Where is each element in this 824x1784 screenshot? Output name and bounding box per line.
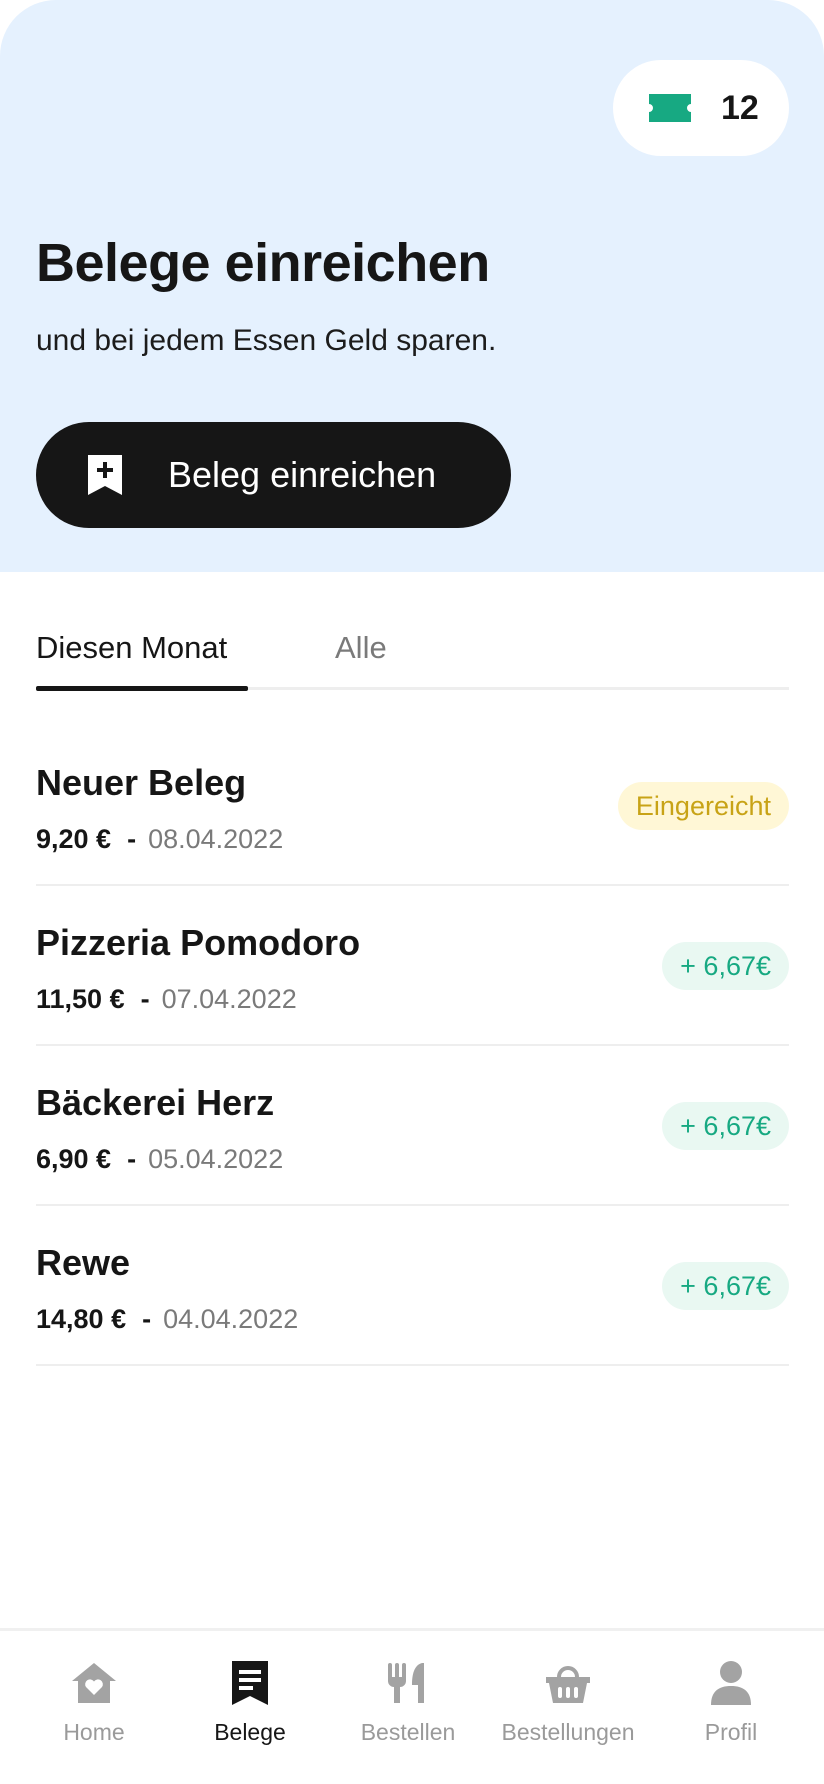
nav-label-receipts: Belege (214, 1719, 286, 1745)
receipt-amount: 11,50 € (36, 984, 125, 1014)
nav-item-orders[interactable]: Bestellungen (496, 1631, 640, 1784)
receipt-amount: 9,20 € (36, 824, 112, 854)
receipt-date: 04.04.2022 (163, 1304, 299, 1334)
status-badge: + 6,67€ (662, 942, 789, 990)
list-item[interactable]: Rewe 14,80 € -04.04.2022 + 6,67€ (36, 1206, 789, 1366)
receipt-name: Rewe (36, 1242, 131, 1283)
list-item[interactable]: Pizzeria Pomodoro 11,50 € -07.04.2022 + 6… (36, 886, 789, 1046)
page-title: Belege einreichen (36, 233, 490, 293)
receipt-meta: 14,80 € -04.04.2022 (36, 1304, 298, 1335)
status-badge: + 6,67€ (662, 1262, 789, 1310)
receipt-date: 07.04.2022 (161, 984, 297, 1014)
list-item[interactable]: Bäckerei Herz 6,90 € -05.04.2022 + 6,67€ (36, 1046, 789, 1206)
tab-this-month[interactable]: Diesen Monat (36, 630, 227, 666)
receipt-icon (232, 1661, 268, 1705)
home-heart-icon (72, 1663, 116, 1703)
receipt-date: 05.04.2022 (148, 1144, 284, 1174)
nav-label-profile: Profil (704, 1719, 758, 1745)
receipt-separator: - (127, 1144, 137, 1174)
fork-knife-icon (388, 1663, 424, 1703)
receipt-separator: - (142, 1304, 152, 1334)
basket-icon (546, 1666, 590, 1703)
receipt-name: Pizzeria Pomodoro (36, 922, 361, 963)
active-tab-indicator (36, 686, 248, 691)
nav-item-home[interactable]: Home (34, 1631, 154, 1784)
hero-header: 12 Belege einreichen und bei jedem Essen… (0, 0, 824, 572)
nav-label-orders: Bestellungen (501, 1719, 635, 1745)
receipt-meta: 11,50 € -07.04.2022 (36, 984, 297, 1015)
user-icon (711, 1661, 751, 1705)
submit-receipt-label: Beleg einreichen (168, 454, 437, 495)
nav-label-home: Home (63, 1719, 125, 1745)
nav-item-order[interactable]: Bestellen (348, 1631, 468, 1784)
receipts-screen: 12 Belege einreichen und bei jedem Essen… (0, 0, 824, 1784)
ticket-count: 12 (721, 88, 759, 127)
receipt-meta: 9,20 € -08.04.2022 (36, 824, 283, 855)
receipt-separator: - (127, 824, 137, 854)
list-item[interactable]: Neuer Beleg 9,20 € -08.04.2022 Eingereich… (36, 726, 789, 886)
ticket-counter[interactable]: 12 (613, 60, 789, 156)
bottom-navigation: Home Belege Bestellen Bestellungen Profi… (0, 1628, 824, 1784)
ticket-icon (649, 94, 691, 122)
receipt-list: Neuer Beleg 9,20 € -08.04.2022 Eingereich… (36, 726, 789, 1366)
receipt-separator: - (140, 984, 150, 1014)
status-badge: + 6,67€ (662, 1102, 789, 1150)
tab-all[interactable]: Alle (335, 630, 387, 666)
period-tabs: Diesen Monat Alle (36, 620, 789, 691)
receipt-name: Neuer Beleg (36, 762, 247, 803)
receipt-date: 08.04.2022 (148, 824, 284, 854)
nav-label-order: Bestellen (360, 1719, 456, 1745)
nav-item-profile[interactable]: Profil (671, 1631, 791, 1784)
submit-receipt-button[interactable]: Beleg einreichen (36, 422, 511, 528)
receipt-amount: 14,80 € (36, 1304, 127, 1334)
page-subtitle: und bei jedem Essen Geld sparen. (36, 324, 497, 357)
receipt-amount: 6,90 € (36, 1144, 112, 1174)
receipt-add-icon (88, 455, 122, 495)
status-badge: Eingereicht (617, 782, 789, 830)
nav-item-receipts[interactable]: Belege (190, 1631, 310, 1784)
receipt-meta: 6,90 € -05.04.2022 (36, 1144, 283, 1175)
receipt-name: Bäckerei Herz (36, 1082, 275, 1123)
